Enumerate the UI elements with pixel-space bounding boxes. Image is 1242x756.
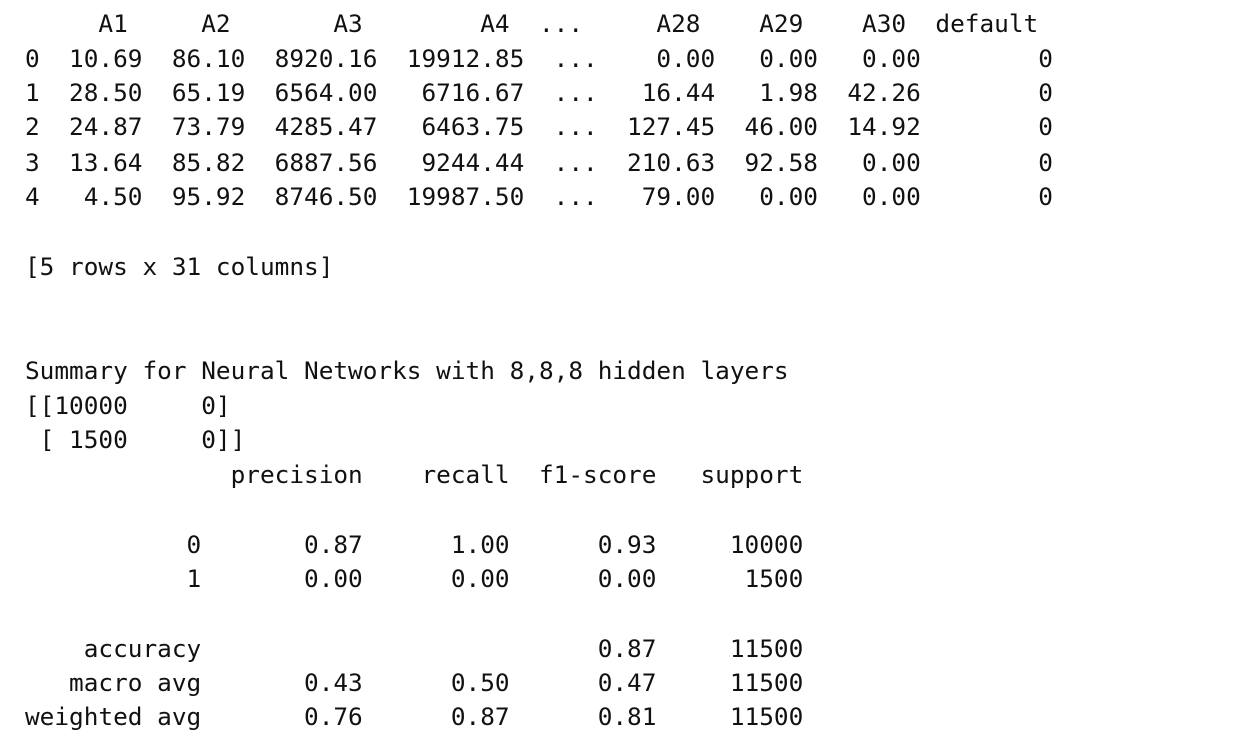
classification-report-row: 0 0.87 1.00 0.93 10000 — [25, 530, 804, 559]
classification-report-row: accuracy 0.87 11500 — [25, 634, 804, 663]
confusion-matrix-row: [[10000 0] — [25, 391, 231, 420]
classification-report-row: macro avg 0.43 0.50 0.47 11500 — [25, 668, 804, 697]
dataframe-row: 1 28.50 65.19 6564.00 6716.67 ... 16.44 … — [25, 78, 1053, 107]
dataframe-header: A1 A2 A3 A4 ... A28 A29 A30 default — [25, 9, 1039, 38]
dataframe-row: 4 4.50 95.92 8746.50 19987.50 ... 79.00 … — [25, 182, 1053, 211]
dataframe-row: 3 13.64 85.82 6887.56 9244.44 ... 210.63… — [25, 148, 1053, 177]
confusion-matrix-row: [ 1500 0]] — [25, 425, 246, 454]
dataframe-row: 0 10.69 86.10 8920.16 19912.85 ... 0.00 … — [25, 44, 1053, 73]
classification-report-row: weighted avg 0.76 0.87 0.81 11500 — [25, 702, 804, 731]
dataframe-shape-note: [5 rows x 31 columns] — [25, 252, 334, 281]
console-output: A1 A2 A3 A4 ... A28 A29 A30 default 0 10… — [0, 0, 1242, 756]
classification-report-header: precision recall f1-score support — [25, 460, 804, 489]
summary-title: Summary for Neural Networks with 8,8,8 h… — [25, 356, 789, 385]
classification-report-row: 1 0.00 0.00 0.00 1500 — [25, 564, 804, 593]
dataframe-row: 2 24.87 73.79 4285.47 6463.75 ... 127.45… — [25, 112, 1053, 141]
